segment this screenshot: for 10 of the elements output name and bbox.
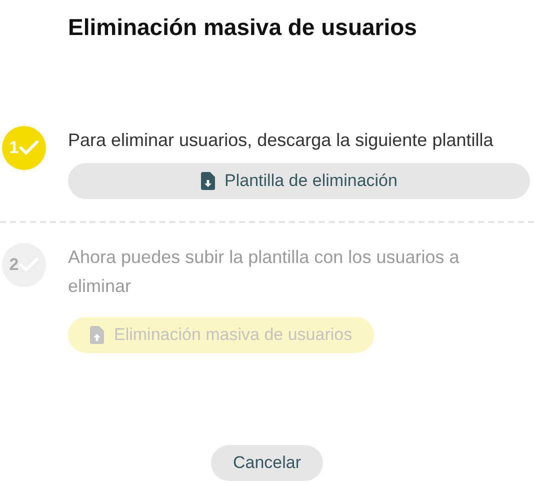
file-download-icon <box>200 172 215 190</box>
download-button[interactable]: Plantilla de eliminación <box>68 163 530 199</box>
step-badge: 1 <box>2 126 46 170</box>
check-icon <box>18 140 39 156</box>
step-text: Ahora puedes subir la plantilla con los usuarios a eliminar <box>68 246 460 298</box>
step-text: Para eliminar usuarios, descarga la siguiente plantilla <box>68 129 494 152</box>
dialog-title: Eliminación masiva de usuarios <box>68 13 418 42</box>
cancel-button[interactable]: Cancelar <box>210 445 324 481</box>
step-badge: 2 <box>2 243 46 287</box>
file-upload-icon <box>90 326 104 344</box>
